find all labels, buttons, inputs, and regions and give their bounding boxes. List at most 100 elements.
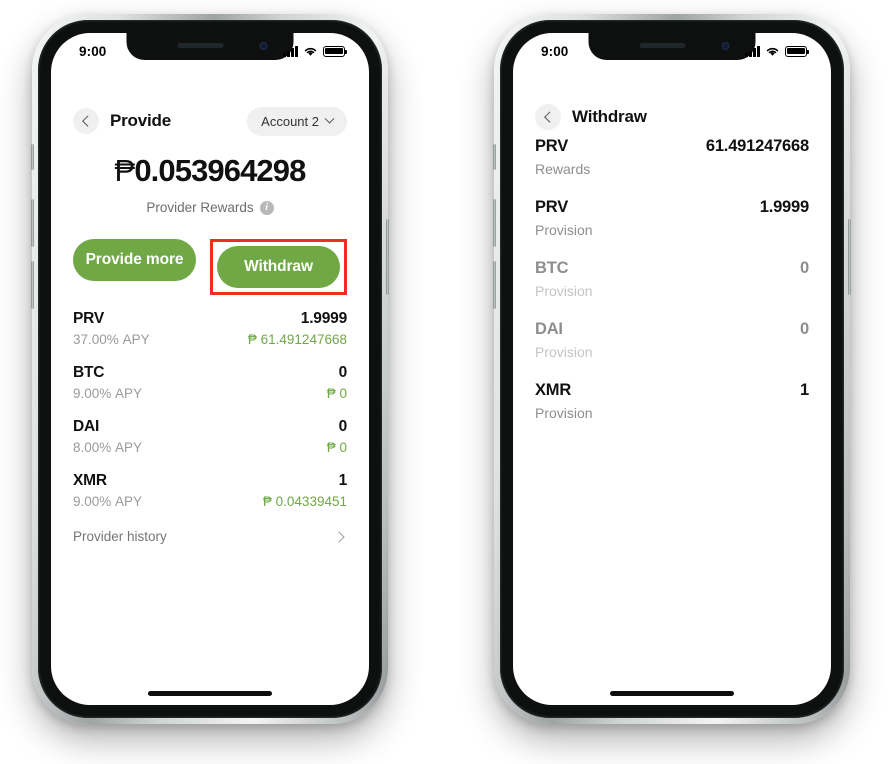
wifi-icon [766,47,779,56]
mute-switch[interactable] [493,144,496,170]
status-bar-indicators [745,45,810,57]
token-fiat-value: ₱ 61.491247668 [247,332,347,347]
action-button-row: Provide more Withdraw [73,239,347,295]
token-amount: 0 [800,259,809,277]
list-item: BTC 0 Provision [535,248,809,309]
power-button[interactable] [386,219,389,295]
list-item[interactable]: PRV 1.9999 Provision [535,187,809,248]
account-selector-label: Account 2 [261,113,319,129]
token-apy: 8.00% APY [73,440,142,455]
phone-bezel: 9:00 Provide Account 2 ₱0.053964298 Prov… [38,20,382,718]
status-bar-time: 9:00 [79,43,107,59]
volume-down-button[interactable] [493,261,496,309]
page-title: Withdraw [572,107,647,126]
phone-bezel: 9:00 Withdraw PRV 61.491247668 Rewards P… [500,20,844,718]
back-button[interactable] [535,104,561,130]
token-amount: 1.9999 [759,198,809,216]
token-type-label: Provision [535,344,593,360]
token-apy-suffix: APY [122,332,150,347]
status-bar: 9:00 [513,33,831,65]
token-fiat-value: ₱ 0 [326,386,347,401]
info-icon[interactable]: i [259,200,274,215]
home-indicator[interactable] [148,691,272,696]
mute-switch[interactable] [31,144,34,170]
token-amount: 1.9999 [300,310,347,327]
token-type-label: Rewards [535,161,591,177]
volume-down-button[interactable] [31,261,34,309]
nav-bar-provide: Provide Account 2 [51,103,369,139]
provider-token-list: PRV 1.9999 37.00% APY ₱ 61.491247668 BTC… [73,301,347,550]
token-symbol: PRV [73,310,104,327]
page-title: Provide [110,111,171,130]
token-symbol: PRV [535,137,569,155]
chevron-down-icon [324,113,335,124]
home-indicator[interactable] [610,691,734,696]
token-apy-value: 9.00% [73,386,112,401]
balance-amount: ₱0.053964298 [51,153,369,189]
token-amount: 1 [338,472,348,489]
nav-bar-withdraw: Withdraw [513,99,831,135]
token-symbol: XMR [73,472,107,489]
token-symbol: BTC [535,259,569,277]
table-row[interactable]: XMR 1 9.00% APY ₱ 0.04339451 [73,463,347,517]
signal-bars-icon [283,45,298,57]
volume-up-button[interactable] [31,199,34,247]
battery-full-icon [323,45,348,57]
withdraw-button[interactable]: Withdraw [217,246,340,288]
screen-withdraw: 9:00 Withdraw PRV 61.491247668 Rewards P… [513,33,831,705]
phone-device-provide: 9:00 Provide Account 2 ₱0.053964298 Prov… [31,14,389,724]
withdraw-token-list: PRV 61.491247668 Rewards PRV 1.9999 Prov… [535,126,809,431]
token-apy-suffix: APY [115,440,143,455]
token-fiat-value: ₱ 0.04339451 [262,494,347,509]
token-type-label: Provision [535,222,593,238]
provider-history-link[interactable]: Provider history [73,517,347,550]
token-fiat-value: ₱ 0 [326,440,347,455]
list-item: DAI 0 Provision [535,309,809,370]
account-selector[interactable]: Account 2 [247,106,347,136]
chevron-left-icon [544,111,555,123]
token-amount: 1 [800,381,809,399]
token-apy-suffix: APY [115,494,143,509]
token-apy: 9.00% APY [73,494,142,509]
provide-more-wrapper: Provide more [73,239,196,295]
status-bar: 9:00 [51,33,369,65]
token-amount: 0 [338,418,348,435]
token-apy: 37.00% APY [73,332,150,347]
phone-device-withdraw: 9:00 Withdraw PRV 61.491247668 Rewards P… [493,14,851,724]
token-amount: 0 [800,320,809,338]
token-symbol: BTC [73,364,105,381]
table-row[interactable]: BTC 0 9.00% APY ₱ 0 [73,355,347,409]
token-amount: 0 [338,364,348,381]
provider-rewards-label-row: Provider Rewards i [51,200,369,215]
provider-rewards-label: Provider Rewards [146,200,254,215]
chevron-left-icon [82,115,93,127]
token-symbol: DAI [535,320,563,338]
screen-provide: 9:00 Provide Account 2 ₱0.053964298 Prov… [51,33,369,705]
status-bar-time: 9:00 [541,43,569,59]
token-type-label: Provision [535,405,593,421]
back-button[interactable] [73,108,99,134]
token-type-label: Provision [535,283,593,299]
table-row[interactable]: PRV 1.9999 37.00% APY ₱ 61.491247668 [73,301,347,355]
table-row[interactable]: DAI 0 8.00% APY ₱ 0 [73,409,347,463]
token-symbol: DAI [73,418,100,435]
token-apy-value: 8.00% [73,440,112,455]
volume-up-button[interactable] [493,199,496,247]
list-item[interactable]: PRV 61.491247668 Rewards [535,126,809,187]
wifi-icon [304,47,317,56]
provider-history-label: Provider history [73,529,167,544]
list-item[interactable]: XMR 1 Provision [535,370,809,431]
token-apy: 9.00% APY [73,386,142,401]
currency-symbol: ₱ [114,153,136,188]
power-button[interactable] [848,219,851,295]
balance-value: 0.053964298 [134,153,306,188]
chevron-right-icon [333,530,345,543]
provide-more-button[interactable]: Provide more [73,239,196,281]
token-apy-value: 37.00% [73,332,119,347]
token-symbol: XMR [535,381,572,399]
status-bar-indicators [283,45,348,57]
token-apy-value: 9.00% [73,494,112,509]
token-apy-suffix: APY [115,386,143,401]
token-amount: 61.491247668 [705,137,809,155]
battery-full-icon [785,45,810,57]
